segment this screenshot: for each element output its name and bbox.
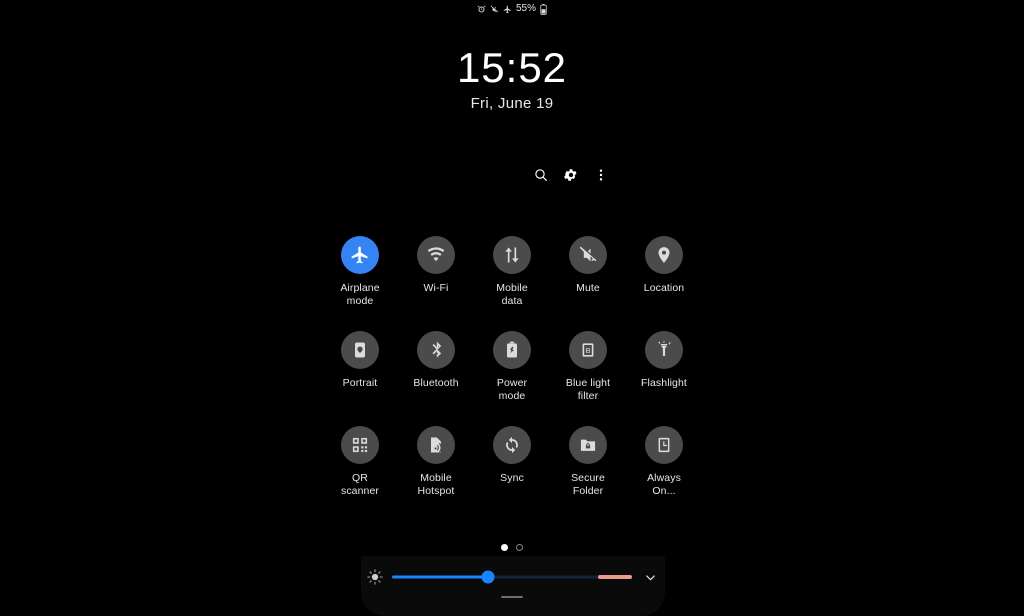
- tile-label: Airplane mode: [340, 282, 380, 308]
- brightness-slider[interactable]: [392, 568, 632, 586]
- tile-portrait[interactable]: Portrait: [331, 330, 389, 404]
- hotspot-icon: [417, 425, 455, 464]
- tile-bluetooth[interactable]: Bluetooth: [407, 330, 465, 404]
- overflow-menu-icon[interactable]: [586, 162, 616, 188]
- clock-time: 15:52: [456, 44, 568, 91]
- tile-label: Blue light filter: [565, 376, 611, 403]
- tile-sync[interactable]: Sync: [483, 425, 541, 499]
- sync-icon: [493, 425, 531, 464]
- alarm-icon: [477, 5, 486, 14]
- brightness-slider-fill: [392, 575, 488, 579]
- clock-date: Fri, June 19: [470, 95, 554, 113]
- battery-percent-text: 55%: [515, 3, 536, 14]
- quick-settings-header-actions: [0, 162, 1024, 188]
- wifi-icon: [417, 236, 455, 274]
- search-icon[interactable]: [526, 162, 556, 188]
- brightness-sun-icon: [366, 568, 384, 586]
- svg-text:B: B: [585, 346, 590, 355]
- tile-mobile-data[interactable]: Mobile data: [483, 236, 541, 309]
- quick-settings-screen: 55% 15:52 Fri, June 19 Airplane mode Wi-…: [0, 0, 1024, 616]
- tile-label: Wi-Fi: [423, 282, 449, 294]
- flashlight-icon: [645, 330, 683, 369]
- tile-label: Flashlight: [641, 376, 687, 389]
- tile-label: Power mode: [496, 376, 528, 403]
- tile-label: Secure Folder: [571, 471, 605, 498]
- brightness-slider-thumb[interactable]: [481, 570, 495, 584]
- tile-label: Always On...: [647, 471, 681, 498]
- panel-drag-handle[interactable]: [501, 596, 523, 598]
- mobile-data-icon: [493, 236, 531, 274]
- qr-code-icon: [341, 425, 379, 464]
- tile-flashlight[interactable]: Flashlight: [635, 330, 693, 404]
- tile-location[interactable]: Location: [635, 236, 693, 309]
- always-on-display-icon: [645, 425, 683, 464]
- tile-label: Mobile Hotspot: [417, 471, 455, 498]
- power-mode-icon: [493, 330, 531, 369]
- tile-qr-scanner[interactable]: QR scanner: [331, 425, 389, 499]
- tile-label: Mobile data: [496, 282, 528, 308]
- tile-label: Location: [643, 282, 685, 294]
- tile-blue-light-filter[interactable]: B Blue light filter: [559, 330, 617, 404]
- tile-row: QR scanner Mobile Hotspot Sync Secure Fo…: [0, 425, 1024, 499]
- tile-wifi[interactable]: Wi-Fi: [407, 236, 465, 309]
- tile-always-on-display[interactable]: Always On...: [635, 425, 693, 499]
- tile-mute[interactable]: Mute: [559, 236, 617, 309]
- airplane-icon: [503, 5, 512, 14]
- tile-row: Airplane mode Wi-Fi Mobile data Mute Loc…: [0, 236, 1024, 309]
- brightness-slider-high-zone: [598, 575, 632, 579]
- location-pin-icon: [645, 236, 683, 274]
- tile-label: Portrait: [342, 376, 378, 389]
- page-indicator: [0, 544, 1024, 551]
- tile-label: QR scanner: [340, 471, 380, 498]
- tile-label: Sync: [500, 471, 524, 484]
- mute-icon: [490, 5, 499, 14]
- secure-folder-icon: [569, 425, 607, 464]
- bluetooth-icon: [417, 330, 455, 369]
- tile-mobile-hotspot[interactable]: Mobile Hotspot: [407, 425, 465, 499]
- page-dot-1[interactable]: [501, 544, 508, 551]
- tile-label: Mute: [576, 282, 600, 294]
- tile-label: Bluetooth: [413, 376, 459, 389]
- tile-row: Portrait Bluetooth Power mode B Blue lig…: [0, 330, 1024, 404]
- airplane-icon: [341, 236, 379, 274]
- page-dot-2[interactable]: [516, 544, 523, 551]
- lockscreen-clock: 15:52 Fri, June 19: [0, 44, 1024, 113]
- tile-secure-folder[interactable]: Secure Folder: [559, 425, 617, 499]
- portrait-rotation-icon: [341, 330, 379, 369]
- tile-power-mode[interactable]: Power mode: [483, 330, 541, 404]
- chevron-down-icon[interactable]: [640, 567, 660, 587]
- mute-icon: [569, 236, 607, 274]
- gear-icon[interactable]: [556, 162, 586, 188]
- blue-light-filter-icon: B: [569, 330, 607, 369]
- status-bar: 55%: [0, 0, 1024, 18]
- quick-settings-tiles: Airplane mode Wi-Fi Mobile data Mute Loc…: [0, 236, 1024, 499]
- brightness-control: [366, 566, 660, 588]
- tile-airplane-mode[interactable]: Airplane mode: [331, 236, 389, 309]
- battery-icon: [540, 3, 547, 15]
